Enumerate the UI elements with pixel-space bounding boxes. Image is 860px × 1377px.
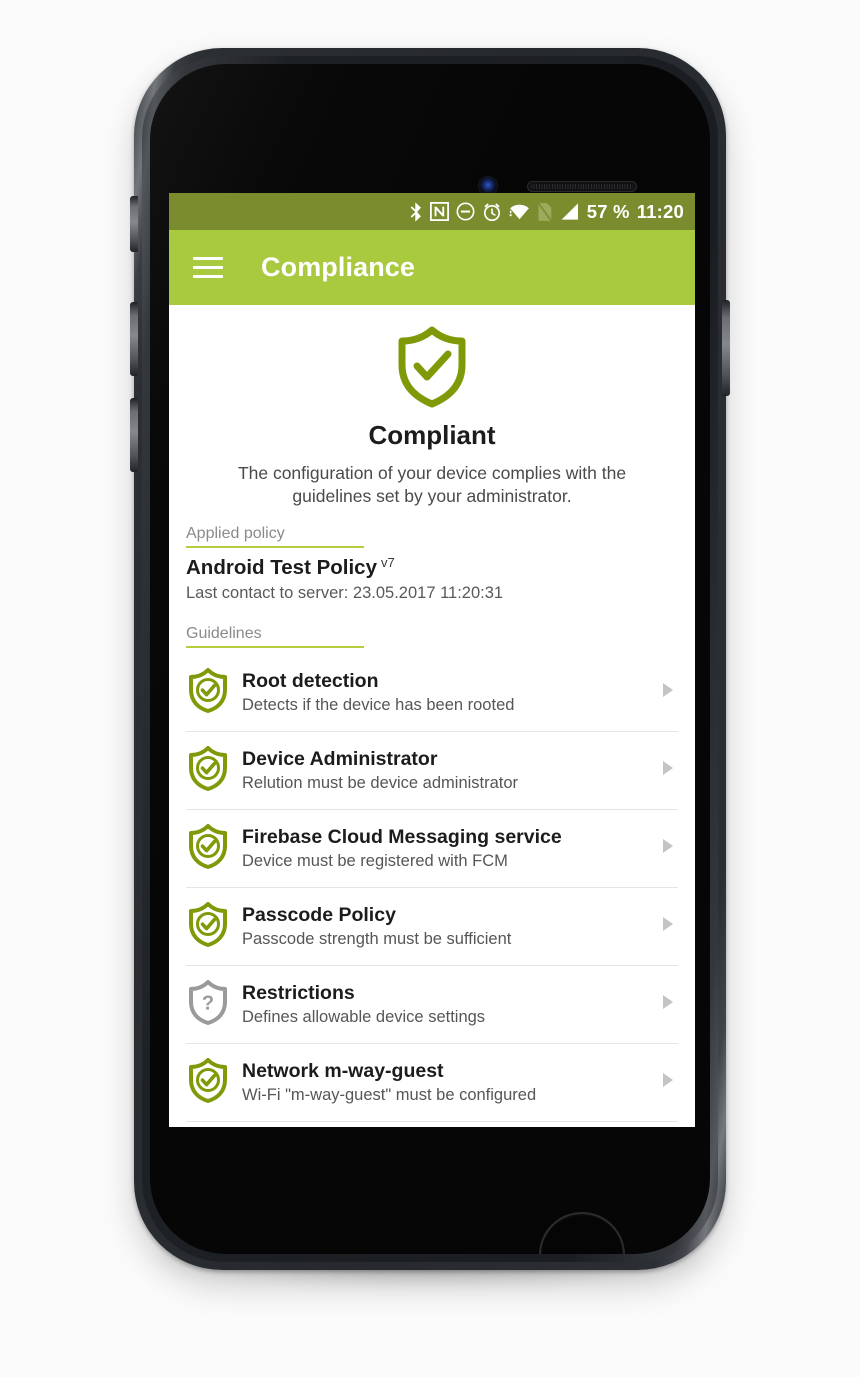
policy-name-row: Android Test Policy v7 [186,555,678,580]
shield-check-icon [188,1057,228,1108]
shield-check-icon [188,823,228,874]
shield-check-icon [189,824,227,870]
guideline-title: Root detection [242,669,379,692]
shield-check-icon [188,667,228,718]
guideline-title: Restrictions [242,981,355,1004]
do-not-disturb-icon [456,202,475,221]
compliance-description: The configuration of your device complie… [237,463,627,507]
chevron-right-icon [663,839,673,854]
guideline-list-item[interactable]: Root detection Detects if the device has … [186,654,678,733]
chevron-right-icon [663,917,673,932]
guidelines-list: Root detection Detects if the device has … [169,654,695,1123]
app-bar: Compliance [169,230,695,305]
shield-check-icon [188,901,228,952]
guideline-list-item[interactable]: ? Restrictions Defines allowable device s… [186,966,678,1045]
guideline-title: Passcode Policy [242,903,396,926]
chevron-right-icon [663,761,673,776]
policy-name: Android Test Policy [186,556,377,580]
last-contact-label: Last contact to server: 23.05.2017 11:20… [186,584,504,603]
guideline-title: Device Administrator [242,747,438,770]
guideline-text: Firebase Cloud Messaging service Device m… [242,826,644,872]
chevron-right-icon [663,683,673,698]
policy-version: v7 [380,555,395,571]
shield-check-icon [189,668,227,714]
guideline-chevron[interactable] [658,759,678,782]
shield-check-icon [189,902,227,948]
applied-policy-section: Applied policy Android Test Policy v7 La… [169,525,695,603]
guideline-subtitle: Relution must be device administrator [242,773,519,792]
guideline-list-item[interactable]: Passcode Policy Passcode strength must be… [186,888,678,967]
applied-policy-label: Applied policy [186,525,364,549]
guideline-text: Root detection Detects if the device has … [242,670,644,716]
hamburger-menu-icon[interactable] [193,256,223,279]
guideline-chevron[interactable] [658,837,678,860]
guideline-text: Network m-way-guest Wi-Fi "m-way-guest" m… [242,1060,644,1106]
guideline-subtitle: Defines allowable device settings [242,1007,486,1026]
battery-percent-label: 57 % [586,200,630,222]
chevron-right-icon [663,1073,673,1088]
wifi-icon [509,204,529,220]
guideline-text: Passcode Policy Passcode strength must be… [242,904,644,950]
guideline-text: Device Administrator Relution must be dev… [242,748,644,794]
guideline-list-item[interactable]: Device Administrator Relution must be dev… [186,732,678,811]
home-button[interactable] [539,1212,625,1254]
shield-check-icon [189,746,227,792]
guideline-subtitle: Detects if the device has been rooted [242,695,515,714]
guideline-subtitle: Passcode strength must be sufficient [242,929,512,948]
guideline-chevron[interactable] [658,993,678,1016]
nfc-icon [429,202,449,221]
compliance-status-title: Compliant [368,420,496,450]
guideline-text: Restrictions Defines allowable device set… [242,982,644,1028]
guideline-chevron[interactable] [658,1071,678,1094]
shield-question-icon: ? [189,980,227,1026]
guideline-chevron[interactable] [658,681,678,704]
guideline-subtitle: Device must be registered with FCM [242,851,508,870]
guideline-subtitle: Wi-Fi "m-way-guest" must be configured [242,1085,537,1104]
page-title: Compliance [261,252,416,282]
power-button[interactable] [722,300,730,396]
shield-check-icon [189,1058,227,1104]
mute-switch[interactable] [130,196,138,252]
earpiece-speaker-icon [527,181,637,192]
shield-check-icon [398,326,466,408]
guideline-list-item[interactable]: Network m-way-guest Wi-Fi "m-way-guest" m… [186,1044,678,1123]
guideline-chevron[interactable] [658,915,678,938]
sim-off-icon [537,202,552,221]
volume-up-button[interactable] [130,302,138,376]
svg-text:?: ? [202,993,214,1015]
volume-down-button[interactable] [130,398,138,472]
guidelines-label: Guidelines [186,625,364,649]
alarm-icon [483,202,500,221]
bluetooth-icon [410,201,421,222]
guideline-list-item[interactable]: Firebase Cloud Messaging service Device m… [186,810,678,889]
shield-check-icon [188,745,228,796]
status-bar: 57 % 11:20 [169,193,695,230]
signal-icon [561,203,578,220]
guideline-title: Network m-way-guest [242,1059,444,1082]
compliance-hero: Compliant The configuration of your devi… [169,305,695,508]
screenshot-stage: 57 % 11:20 Compliance Compliant The conf… [0,0,860,1377]
guideline-title: Firebase Cloud Messaging service [242,825,562,848]
guidelines-section-header: Guidelines [169,625,695,649]
device-screen: 57 % 11:20 Compliance Compliant The conf… [169,193,695,1127]
clock-label: 11:20 [636,200,684,222]
chevron-right-icon [663,995,673,1010]
shield-question-icon: ? [188,979,228,1030]
